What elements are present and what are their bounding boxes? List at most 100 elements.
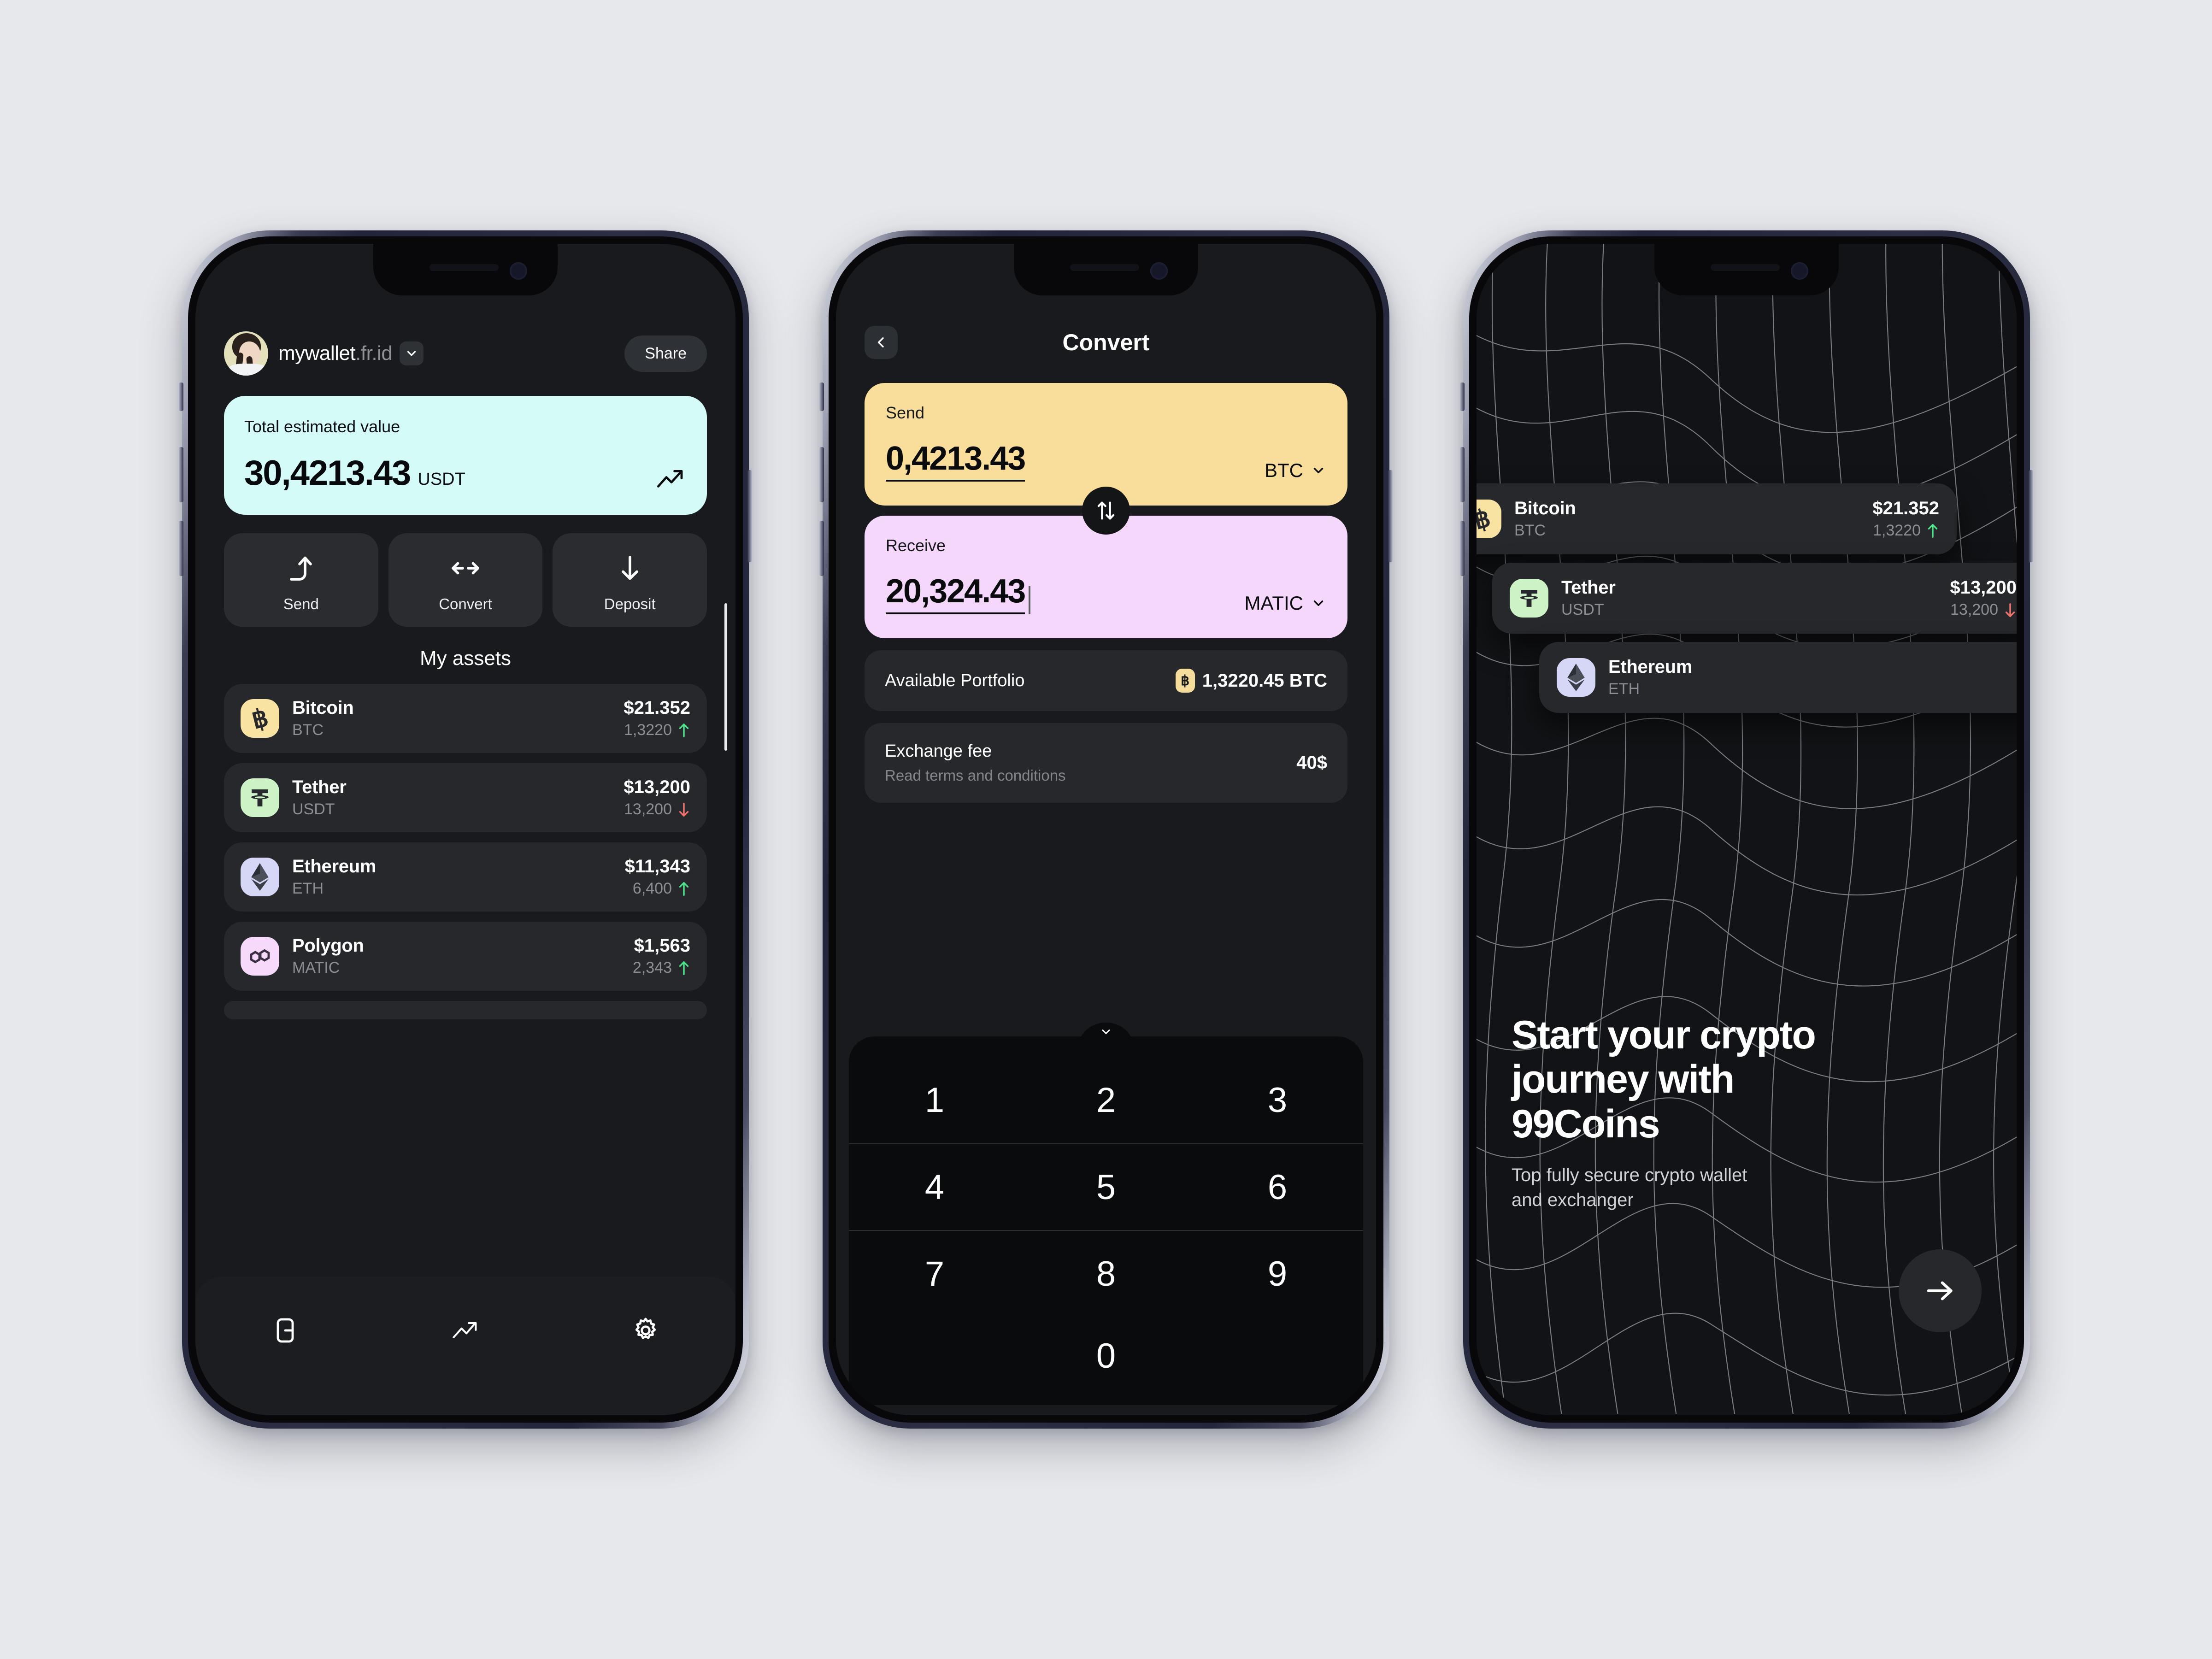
key-0[interactable]: 0 — [849, 1317, 1363, 1395]
trending-up-icon[interactable] — [451, 1316, 480, 1345]
next-button[interactable] — [1899, 1249, 1982, 1332]
silence-switch[interactable] — [179, 382, 183, 411]
key-4[interactable]: 4 — [849, 1143, 1020, 1230]
numeric-keypad: 1 2 3 4 5 6 7 8 9 0 — [849, 1023, 1363, 1405]
phone-convert: Convert Send 0,4213.43 BTC Receive 20,32… — [819, 230, 1393, 1429]
wireframe-mesh-background — [1477, 244, 2017, 1414]
wallet-name-main: mywallet — [278, 342, 356, 365]
asset-name: Ethereum — [292, 856, 377, 877]
portfolio-label: Available Portfolio — [885, 671, 1025, 690]
trending-up-icon — [657, 470, 683, 488]
power-button[interactable] — [747, 470, 752, 562]
headline-line-3: 99Coins — [1512, 1101, 1660, 1146]
quick-actions: Send Convert Deposit — [224, 533, 707, 627]
asset-name: Ethereum — [1608, 657, 1693, 677]
front-camera — [510, 262, 527, 280]
notch — [1014, 244, 1198, 295]
action-deposit-label: Deposit — [604, 595, 656, 612]
phone-wallet: mywallet.fr.id Share Total estimated val… — [179, 230, 752, 1429]
asset-change: 1,3220 — [1873, 522, 1921, 539]
bitcoin-icon: ฿ — [1175, 669, 1195, 693]
key-3[interactable]: 3 — [1192, 1057, 1363, 1143]
volume-down-button[interactable] — [179, 521, 183, 576]
keypad-collapse-button[interactable] — [1077, 1023, 1135, 1050]
power-button[interactable] — [2029, 470, 2033, 562]
volume-down-button[interactable] — [819, 521, 824, 576]
key-7[interactable]: 7 — [849, 1230, 1020, 1317]
action-deposit[interactable]: Deposit — [553, 533, 707, 627]
action-send[interactable]: Send — [224, 533, 378, 627]
silence-switch[interactable] — [819, 382, 824, 411]
asset-symbol: USDT — [292, 800, 335, 818]
available-portfolio-card[interactable]: Available Portfolio ฿ 1,3220.45 BTC — [865, 650, 1347, 711]
send-amount-input[interactable]: 0,4213.43 — [886, 442, 1026, 482]
arrow-up-icon — [679, 723, 689, 737]
asset-symbol: MATIC — [292, 959, 340, 977]
volume-up-button[interactable] — [179, 447, 183, 502]
power-button[interactable] — [1388, 470, 1393, 562]
send-currency-select[interactable]: BTC — [1265, 459, 1326, 482]
key-9[interactable]: 9 — [1192, 1230, 1363, 1317]
asset-name: Tether — [292, 777, 347, 797]
balance-label: Total estimated value — [244, 417, 400, 436]
key-2[interactable]: 2 — [1020, 1057, 1192, 1143]
chevron-down-icon — [1313, 600, 1324, 606]
tether-icon — [241, 778, 279, 817]
card-wallet-icon[interactable] — [271, 1316, 300, 1345]
asset-symbol: ETH — [1608, 680, 1640, 698]
arrow-right-icon — [1927, 1281, 1953, 1300]
volume-up-button[interactable] — [819, 447, 824, 502]
receive-amount-input[interactable]: 20,324.43 — [886, 575, 1026, 614]
action-convert[interactable]: Convert — [388, 533, 543, 627]
chevron-down-icon — [1102, 1030, 1110, 1034]
asset-name: Tether — [1561, 577, 1616, 598]
key-6[interactable]: 6 — [1192, 1143, 1363, 1230]
arrow-down-icon — [621, 556, 638, 580]
float-card-bitcoin[interactable]: ฿ Bitcoin BTC $21.352 1,3220 — [1477, 483, 1957, 554]
chevron-left-icon — [877, 337, 884, 348]
headline-line-2: journey with — [1512, 1057, 1735, 1102]
share-button[interactable]: Share — [624, 335, 707, 372]
asset-row-tether[interactable]: Tether USDT $13,200 13,200 — [224, 763, 707, 832]
chevron-down-icon — [407, 351, 416, 356]
asset-price: $13,200 — [1950, 577, 2017, 598]
asset-row-polygon[interactable]: Polygon MATIC $1,563 2,343 — [224, 922, 707, 991]
swap-vertical-icon — [1097, 501, 1115, 520]
wallet-switch-button[interactable] — [400, 341, 424, 365]
key-5[interactable]: 5 — [1020, 1143, 1192, 1230]
arrow-down-icon — [679, 802, 689, 817]
asset-row-ethereum[interactable]: Ethereum ETH $11,343 6,400 — [224, 842, 707, 912]
float-card-ethereum[interactable]: Ethereum ETH $11,343 6,400 — [1539, 642, 2017, 713]
exchange-fee-card[interactable]: Exchange fee Read terms and conditions 4… — [865, 723, 1347, 803]
fee-terms-link[interactable]: Read terms and conditions — [885, 767, 1066, 784]
notch — [373, 244, 558, 295]
asset-row-bitcoin[interactable]: ฿ Bitcoin BTC $21.352 1,3220 — [224, 684, 707, 753]
avatar[interactable] — [224, 331, 268, 376]
receive-currency-select[interactable]: MATIC — [1244, 592, 1326, 614]
balance-currency: USDT — [418, 470, 465, 489]
portfolio-value: 1,3220.45 BTC — [1202, 670, 1327, 691]
silence-switch[interactable] — [1460, 382, 1465, 411]
volume-down-button[interactable] — [1460, 521, 1465, 576]
swap-button[interactable] — [1082, 487, 1130, 535]
fee-value: 40$ — [1296, 753, 1327, 773]
float-card-tether[interactable]: Tether USDT $13,200 13,200 — [1492, 563, 2017, 634]
asset-name: Bitcoin — [292, 698, 354, 718]
wallet-name: mywallet.fr.id — [278, 342, 393, 365]
asset-row-partial[interactable] — [224, 1001, 707, 1019]
send-label: Send — [886, 403, 925, 422]
bottom-navigation — [195, 1277, 735, 1415]
asset-price: $1,563 — [634, 935, 690, 956]
back-button[interactable] — [865, 326, 898, 359]
key-1[interactable]: 1 — [849, 1057, 1020, 1143]
ethereum-icon — [1557, 658, 1595, 697]
scrollbar[interactable] — [724, 603, 727, 751]
subtitle-line-1: Top fully secure crypto wallet — [1512, 1165, 1747, 1185]
onboarding-screen: ฿ Bitcoin BTC $21.352 1,3220 Tether USDT… — [1477, 244, 2017, 1415]
gear-icon[interactable] — [631, 1316, 660, 1345]
arrow-up-icon — [679, 882, 689, 896]
page-title: Convert — [1062, 329, 1150, 355]
key-8[interactable]: 8 — [1020, 1230, 1192, 1317]
volume-up-button[interactable] — [1460, 447, 1465, 502]
asset-name: Polygon — [292, 935, 364, 956]
